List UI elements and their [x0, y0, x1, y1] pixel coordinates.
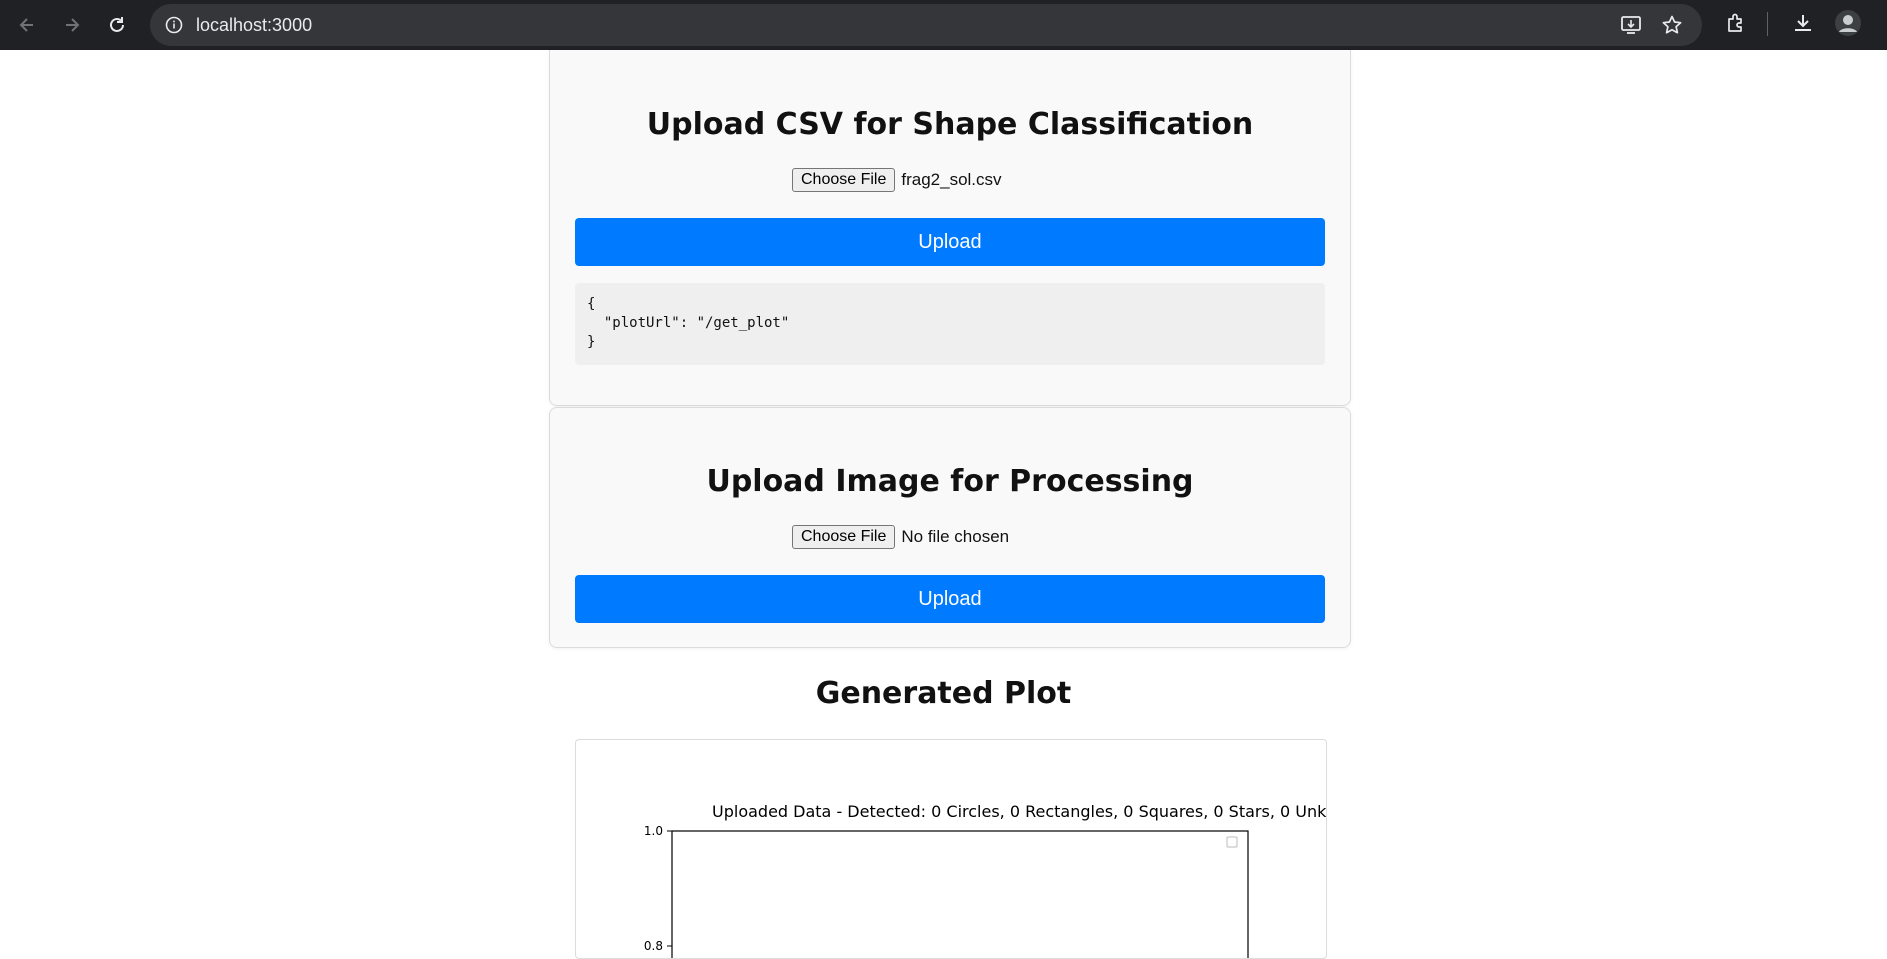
y-tick-label: 0.8: [644, 939, 663, 953]
image-file-name: No file chosen: [901, 527, 1010, 546]
plot-chart: Uploaded Data - Detected: 0 Circles, 0 R…: [644, 802, 1327, 958]
csv-file-name: frag2_sol.csv: [901, 170, 1002, 189]
forward-button[interactable]: [56, 9, 88, 41]
reload-icon: [110, 17, 124, 32]
csv-upload-card: Upload CSV for Shape Classification Choo…: [549, 50, 1351, 406]
generated-plot-heading: Generated Plot: [815, 676, 1072, 711]
site-info-icon[interactable]: [164, 15, 184, 35]
address-bar[interactable]: localhost:3000: [150, 4, 1702, 46]
csv-file-row: Choose File frag2_sol.csv: [792, 168, 1002, 192]
csv-response-output: { "plotUrl": "/get_plot" }: [575, 283, 1325, 365]
downloads-icon[interactable]: [1791, 11, 1815, 35]
back-icon: [19, 18, 33, 32]
chart-title: Uploaded Data - Detected: 0 Circles, 0 R…: [712, 802, 1327, 821]
plot-axes-frame: [671, 830, 1249, 958]
reload-button[interactable]: [101, 9, 133, 41]
y-tick-label: 1.0: [644, 824, 663, 838]
legend-box: [1226, 836, 1238, 848]
forward-icon: [66, 18, 80, 32]
plot-image-container: Uploaded Data - Detected: 0 Circles, 0 R…: [575, 739, 1327, 959]
bookmark-star-icon[interactable]: [1661, 14, 1683, 36]
browser-toolbar: localhost:3000: [0, 0, 1887, 50]
profile-avatar-icon[interactable]: [1834, 9, 1862, 37]
csv-choose-file-button[interactable]: Choose File: [792, 168, 896, 192]
address-url[interactable]: localhost:3000: [196, 15, 312, 36]
image-upload-card: Upload Image for Processing Choose File …: [549, 407, 1351, 648]
toolbar-separator: [1767, 12, 1768, 36]
csv-upload-button[interactable]: Upload: [575, 218, 1325, 266]
image-card-title: Upload Image for Processing: [706, 464, 1194, 499]
image-choose-file-button[interactable]: Choose File: [792, 525, 896, 549]
y-axis-ticks: 1.0 0.8: [644, 824, 672, 953]
install-app-icon[interactable]: [1620, 14, 1642, 36]
csv-card-title: Upload CSV for Shape Classification: [646, 107, 1254, 142]
image-upload-button[interactable]: Upload: [575, 575, 1325, 623]
back-button[interactable]: [11, 9, 43, 41]
extensions-icon[interactable]: [1724, 11, 1748, 35]
image-file-row: Choose File No file chosen: [792, 525, 1009, 549]
